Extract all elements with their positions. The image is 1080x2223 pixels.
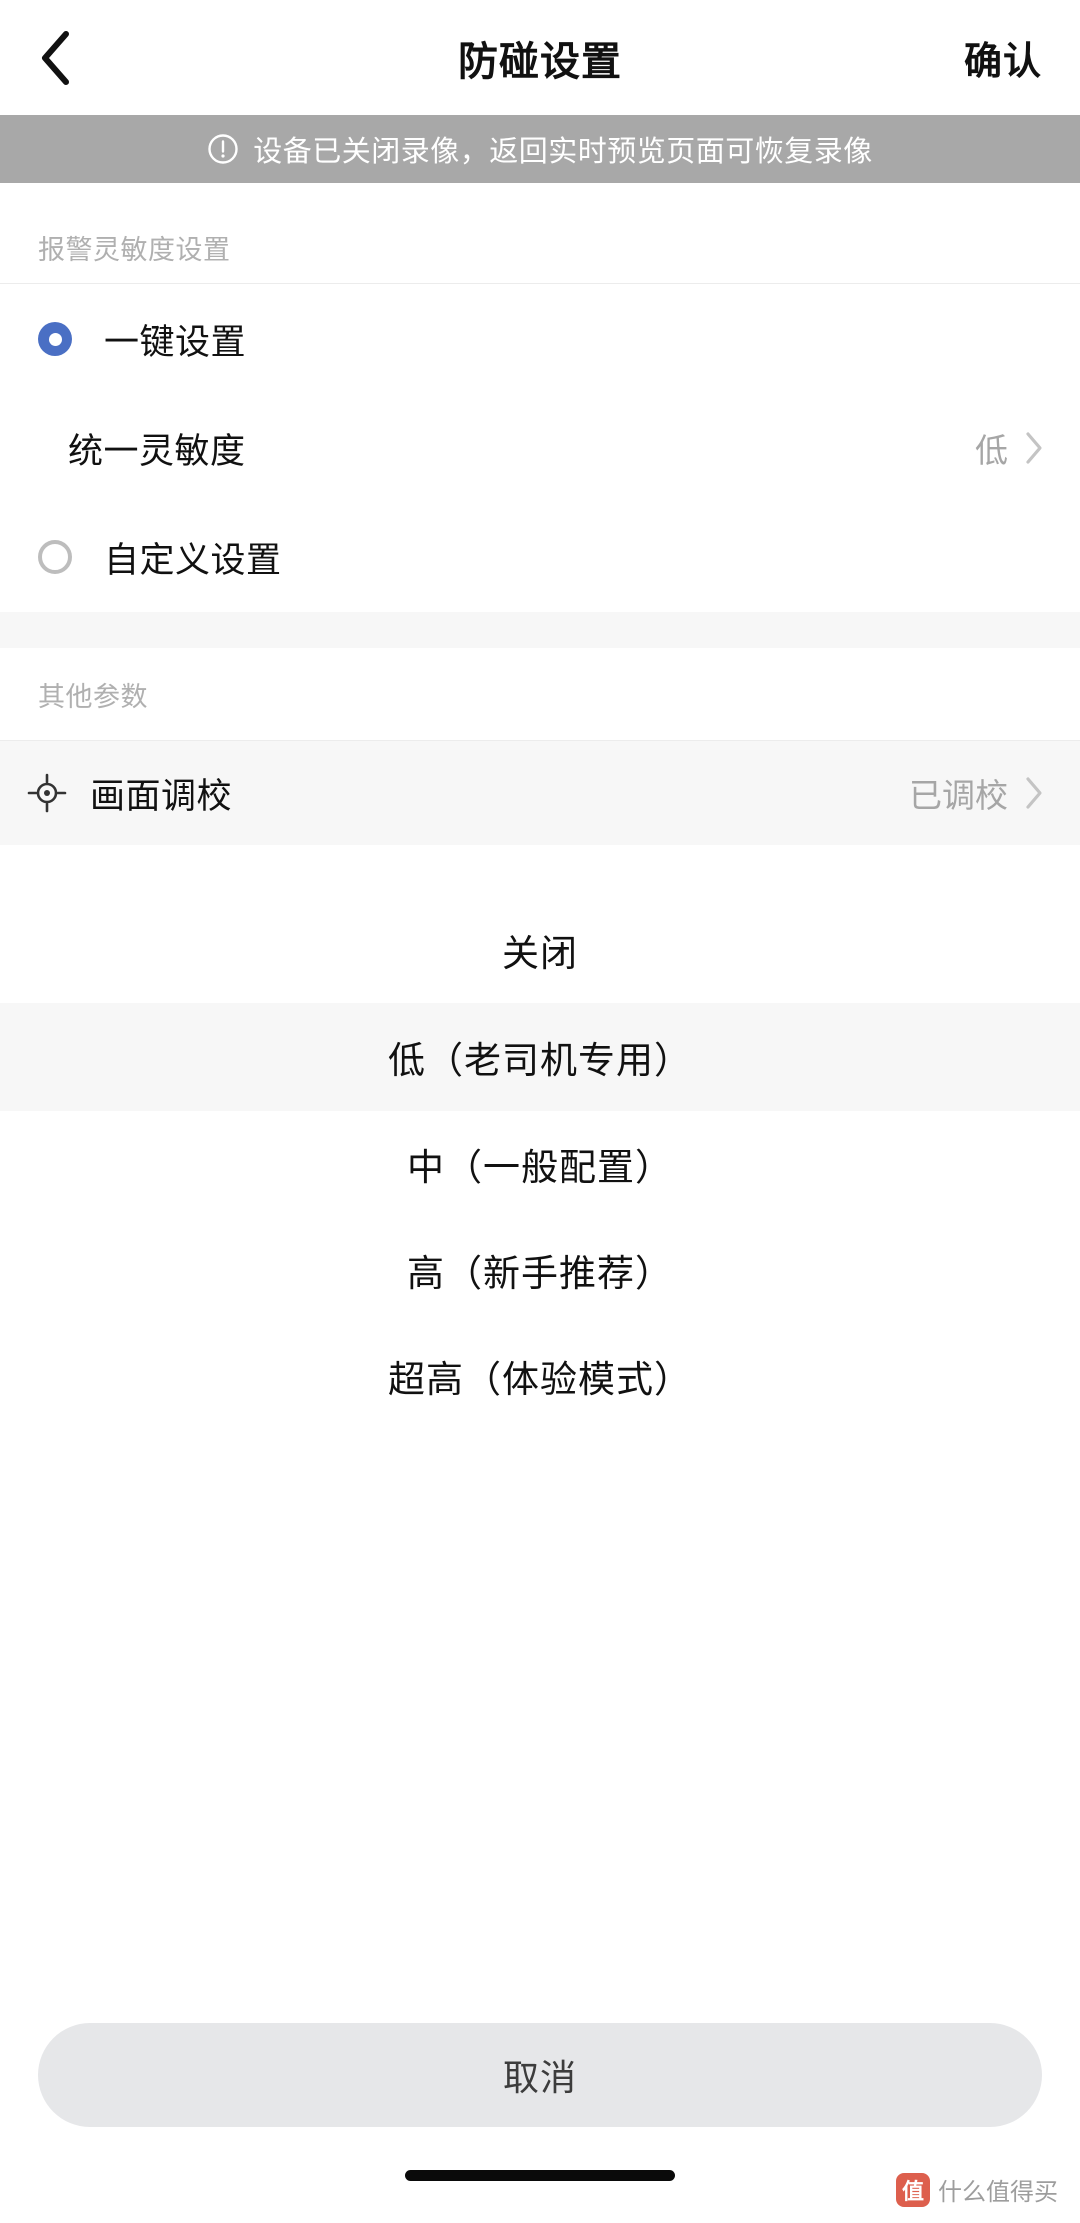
- settings-content: 报警灵敏度设置 一键设置 统一灵敏度 低 自定义设置 其他参数 画面调校 已调校: [0, 183, 1080, 845]
- cancel-button-wrapper: 取消: [0, 2023, 1080, 2127]
- radio-custom-label: 自定义设置: [104, 540, 282, 580]
- chevron-right-icon: [1024, 431, 1044, 465]
- uniform-sensitivity-value: 低: [975, 432, 1008, 469]
- home-indicator-area: 值 什么值得买: [0, 2127, 1080, 2223]
- sheet-option-high[interactable]: 高（新手推荐）: [0, 1217, 1080, 1323]
- banner-text: 设备已关闭录像，返回实时预览页面可恢复录像: [253, 136, 873, 168]
- picture-calibration-label: 画面调校: [90, 776, 233, 816]
- section-header-other-params: 其他参数: [38, 681, 148, 712]
- radio-one-key-icon[interactable]: [38, 322, 72, 356]
- navigation-bar: 防碰设置 确认: [0, 0, 1080, 115]
- uniform-sensitivity-label: 统一灵敏度: [68, 431, 246, 471]
- sheet-option-medium[interactable]: 中（一般配置）: [0, 1111, 1080, 1217]
- cancel-button[interactable]: 取消: [38, 2023, 1042, 2127]
- sheet-option-off[interactable]: 关闭: [0, 897, 1080, 1003]
- exclamation-circle-icon: [207, 133, 239, 165]
- chevron-right-icon: [1024, 776, 1044, 810]
- confirm-button[interactable]: 确认: [964, 30, 1042, 85]
- back-button[interactable]: [38, 28, 98, 88]
- radio-row-custom[interactable]: 自定义设置: [0, 502, 1080, 612]
- watermark-text: 什么值得买: [938, 2179, 1058, 2206]
- section-header-sensitivity: 报警灵敏度设置: [38, 235, 231, 265]
- recording-warning-banner: 设备已关闭录像，返回实时预览页面可恢复录像: [0, 115, 1080, 183]
- section-gap: [0, 612, 1080, 648]
- row-picture-calibration[interactable]: 画面调校 已调校: [0, 741, 1080, 845]
- uniform-sensitivity-right: 低: [975, 424, 1044, 472]
- chevron-left-icon: [38, 30, 72, 86]
- sheet-option-ultra-high[interactable]: 超高（体验模式）: [0, 1323, 1080, 1429]
- radio-row-one-key[interactable]: 一键设置: [0, 284, 1080, 394]
- picture-calibration-value: 已调校: [909, 777, 1008, 814]
- radio-custom-icon[interactable]: [38, 540, 72, 574]
- row-uniform-sensitivity[interactable]: 统一灵敏度 低: [0, 394, 1080, 502]
- watermark-badge: 值: [896, 2172, 930, 2207]
- page-title: 防碰设置: [458, 39, 622, 84]
- crosshair-icon: [26, 772, 68, 814]
- picture-calibration-right: 已调校: [909, 769, 1044, 817]
- home-indicator[interactable]: [405, 2169, 675, 2181]
- sheet-top-spacer: [0, 845, 1080, 897]
- phone-screen: 防碰设置 确认 设备已关闭录像，返回实时预览页面可恢复录像 报警灵敏度设置 一键…: [0, 0, 1080, 2223]
- sensitivity-action-sheet: 关闭 低（老司机专用） 中（一般配置） 高（新手推荐） 超高（体验模式） 取消 …: [0, 845, 1080, 2223]
- watermark: 值 什么值得买: [896, 2172, 1058, 2207]
- sheet-option-low[interactable]: 低（老司机专用）: [0, 1003, 1080, 1111]
- radio-one-key-label: 一键设置: [104, 322, 247, 362]
